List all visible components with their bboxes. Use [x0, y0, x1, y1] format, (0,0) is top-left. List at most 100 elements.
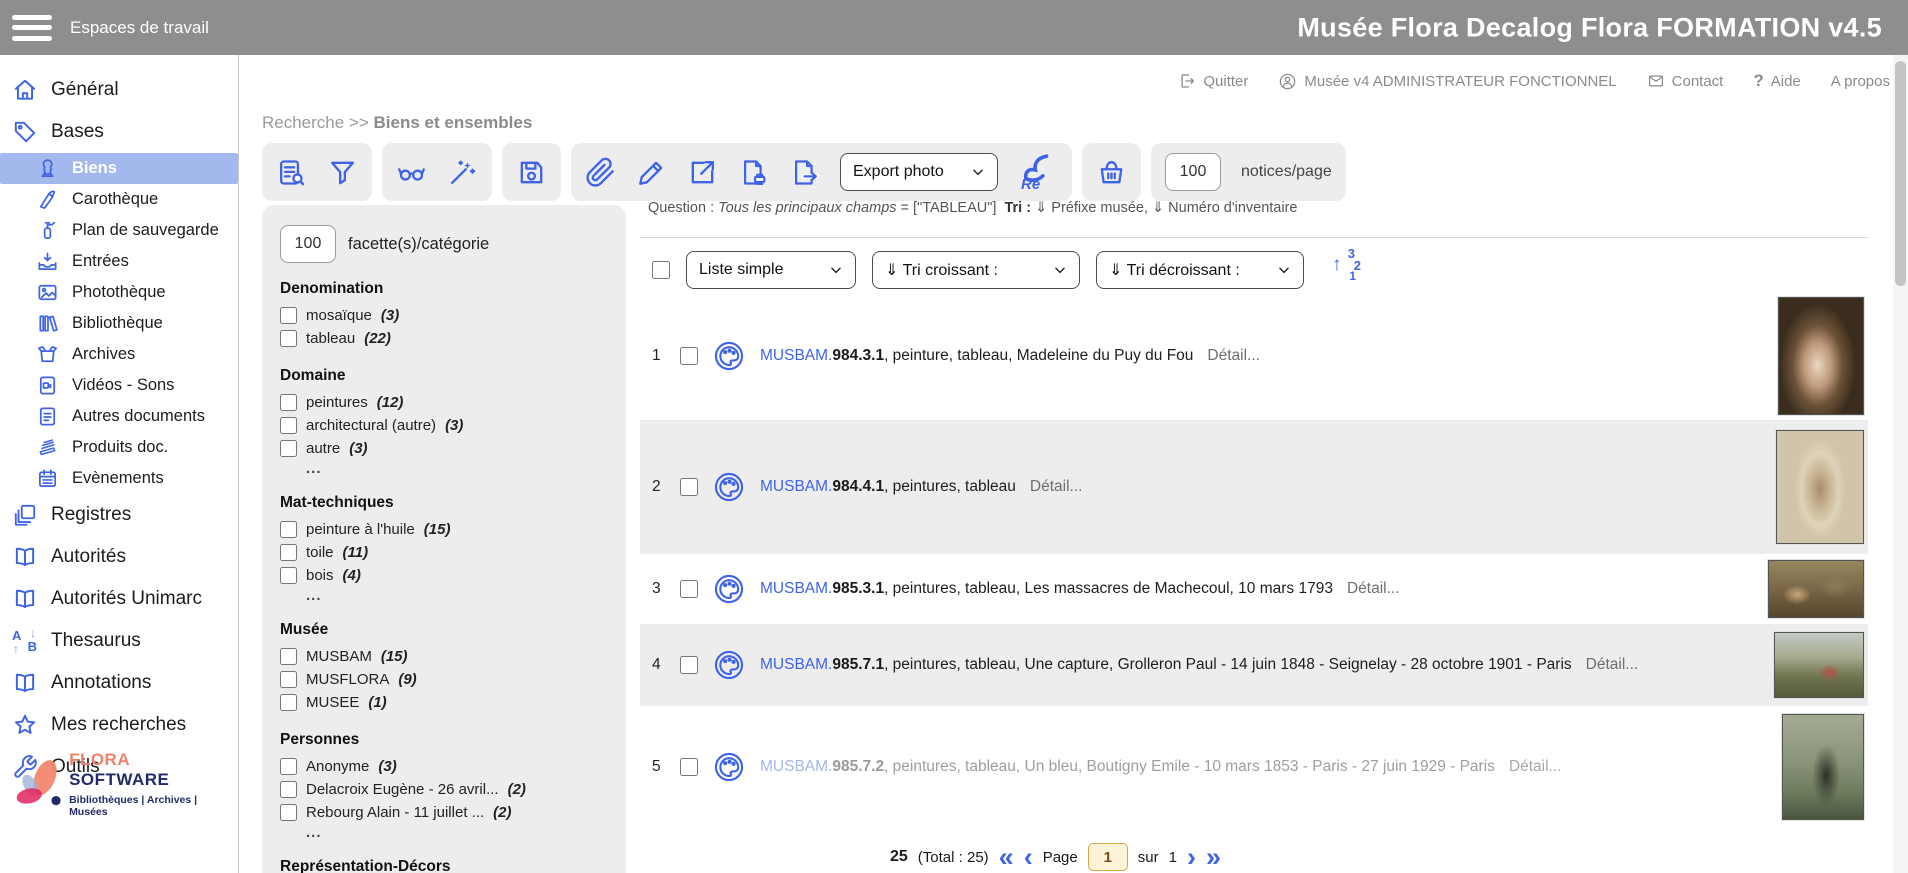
edit-button[interactable] — [636, 157, 667, 188]
attach-button[interactable] — [585, 157, 616, 188]
palette-icon[interactable] — [712, 648, 746, 682]
facets-per-category-label: facette(s)/catégorie — [348, 235, 489, 254]
record-prefix-link[interactable]: MUSBAM. — [760, 580, 832, 597]
record-detail-link[interactable]: Détail... — [1030, 478, 1083, 495]
sidebar-item-biens[interactable]: Biens — [0, 153, 238, 184]
facet-more-link[interactable]: ... — [280, 824, 608, 841]
basket-button[interactable] — [1096, 157, 1127, 188]
sidebar-item-autorites-unimarc[interactable]: Autorités Unimarc — [0, 578, 238, 620]
sidebar-item-autres-documents[interactable]: Autres documents — [0, 401, 238, 432]
facet-checkbox[interactable] — [280, 567, 297, 584]
record-detail-link[interactable]: Détail... — [1207, 347, 1260, 364]
open-external-button[interactable] — [687, 157, 718, 188]
save-button[interactable] — [516, 157, 547, 188]
facet-more-link[interactable]: ... — [280, 460, 608, 477]
record-inventory-link[interactable]: 984.3.1 — [832, 347, 884, 364]
sort-desc-select[interactable]: ⇓ Tri décroissant : — [1096, 251, 1304, 289]
record-inventory-link[interactable]: 985.7.2 — [832, 758, 884, 775]
sidebar-item-thesaurus[interactable]: A↓↑B Thesaurus — [0, 620, 238, 662]
sidebar-item-carotheque[interactable]: Carothèque — [0, 184, 238, 215]
facets-per-category-input[interactable] — [280, 225, 336, 263]
facet-checkbox[interactable] — [280, 544, 297, 561]
sidebar-item-entrees[interactable]: Entrées — [0, 246, 238, 277]
facet-checkbox[interactable] — [280, 804, 297, 821]
record-prefix-link[interactable]: MUSBAM. — [760, 758, 832, 775]
print-notice-button[interactable] — [738, 157, 769, 188]
record-thumbnail[interactable] — [1768, 560, 1864, 618]
page-export-icon — [789, 157, 820, 188]
hamburger-menu-icon[interactable] — [12, 15, 52, 41]
facet-checkbox[interactable] — [280, 694, 297, 711]
sidebar-item-evenements[interactable]: Evènements — [0, 463, 238, 494]
row-checkbox[interactable] — [680, 580, 698, 598]
record-thumbnail[interactable] — [1782, 714, 1864, 820]
facet-checkbox[interactable] — [280, 758, 297, 775]
record-inventory-link[interactable]: 984.4.1 — [832, 478, 884, 495]
sidebar-item-archives[interactable]: Archives — [0, 339, 238, 370]
record-detail-link[interactable]: Détail... — [1586, 656, 1639, 673]
recolnat-button[interactable]: Re — [1018, 153, 1058, 191]
export-photo-select[interactable]: Export photo — [840, 153, 998, 191]
sidebar-item-autorites[interactable]: Autorités — [0, 536, 238, 578]
facet-checkbox[interactable] — [280, 330, 297, 347]
sidebar-item-bases[interactable]: Bases — [0, 111, 238, 153]
sidebar-item-bibliotheque[interactable]: Bibliothèque — [0, 308, 238, 339]
bust-icon — [36, 157, 59, 180]
row-checkbox[interactable] — [680, 758, 698, 776]
sidebar-item-general[interactable]: Général — [0, 69, 238, 111]
record-inventory-link[interactable]: 985.7.1 — [832, 656, 884, 673]
vertical-scrollbar[interactable] — [1893, 55, 1908, 873]
preview-button[interactable] — [396, 157, 427, 188]
facet-checkbox[interactable] — [280, 781, 297, 798]
facet-more-link[interactable]: ... — [280, 587, 608, 604]
previous-page-icon[interactable]: ‹ — [1024, 847, 1033, 867]
record-inventory-link[interactable]: 985.3.1 — [832, 580, 884, 597]
sidebar-item-produits-doc[interactable]: Produits doc. — [0, 432, 238, 463]
first-page-icon[interactable]: « — [999, 847, 1014, 867]
facet-checkbox[interactable] — [280, 440, 297, 457]
sidebar-item-phototheque[interactable]: Photothèque — [0, 277, 238, 308]
facet-checkbox[interactable] — [280, 648, 297, 665]
record-thumbnail[interactable] — [1776, 430, 1864, 544]
record-prefix-link[interactable]: MUSBAM. — [760, 347, 832, 364]
palette-icon[interactable] — [712, 572, 746, 606]
record-detail-link[interactable]: Détail... — [1347, 580, 1400, 597]
list-mode-select[interactable]: Liste simple — [686, 251, 856, 289]
magic-wand-button[interactable] — [447, 157, 478, 188]
filter-button[interactable] — [327, 157, 358, 188]
page-number-input[interactable] — [1088, 843, 1128, 871]
workspaces-label[interactable]: Espaces de travail — [70, 18, 209, 38]
record-prefix-link[interactable]: MUSBAM. — [760, 478, 832, 495]
row-checkbox[interactable] — [680, 478, 698, 496]
sidebar-item-annotations[interactable]: Annotations — [0, 662, 238, 704]
record-thumbnail[interactable] — [1774, 632, 1864, 698]
export-notice-button[interactable] — [789, 157, 820, 188]
facet-checkbox[interactable] — [280, 394, 297, 411]
search-form-button[interactable] — [276, 157, 307, 188]
facet-checkbox[interactable] — [280, 671, 297, 688]
row-checkbox[interactable] — [680, 347, 698, 365]
palette-icon[interactable] — [712, 470, 746, 504]
sort-asc-select[interactable]: ⇓ Tri croissant : — [872, 251, 1080, 289]
sort-321-icon[interactable]: 321↑ — [1330, 250, 1364, 290]
sidebar-item-registres[interactable]: Registres — [0, 494, 238, 536]
row-checkbox[interactable] — [680, 656, 698, 674]
palette-icon[interactable] — [712, 339, 746, 373]
notices-per-page-input[interactable] — [1165, 153, 1221, 191]
facet-checkbox[interactable] — [280, 521, 297, 538]
palette-icon[interactable] — [712, 750, 746, 784]
sidebar-item-videos-sons[interactable]: Vidéos - Sons — [0, 370, 238, 401]
select-all-checkbox[interactable] — [652, 261, 670, 279]
facet-checkbox[interactable] — [280, 307, 297, 324]
facet-checkbox[interactable] — [280, 417, 297, 434]
record-thumbnail[interactable] — [1778, 297, 1864, 415]
record-prefix-link[interactable]: MUSBAM. — [760, 656, 832, 673]
basket-icon — [1096, 157, 1127, 188]
scrollbar-thumb[interactable] — [1895, 61, 1906, 286]
last-page-icon[interactable]: » — [1206, 847, 1221, 867]
sidebar-item-plan-sauvegarde[interactable]: Plan de sauvegarde — [0, 215, 238, 246]
chevron-down-icon — [971, 165, 985, 179]
record-detail-link[interactable]: Détail... — [1509, 758, 1562, 775]
next-page-icon[interactable]: › — [1187, 847, 1196, 867]
sidebar-item-mes-recherches[interactable]: Mes recherches — [0, 704, 238, 746]
